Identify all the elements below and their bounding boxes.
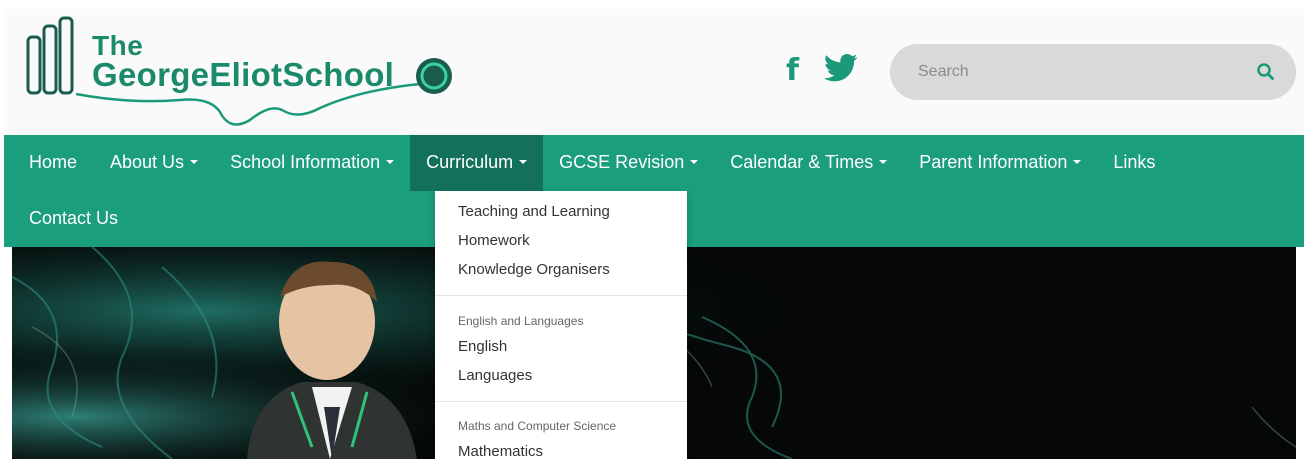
dropdown-item-knowledge-organisers[interactable]: Knowledge Organisers: [458, 261, 610, 278]
search-input[interactable]: [918, 44, 1238, 100]
nav-item-label: About Us: [110, 152, 185, 172]
caret-down-icon: [1073, 160, 1082, 165]
site-header: The GeorgeEliotSchool f: [4, 9, 1304, 135]
nav-item-label: Contact Us: [29, 208, 119, 228]
school-logo[interactable]: The GeorgeEliotSchool: [20, 12, 460, 134]
search-bar: [890, 44, 1296, 100]
nav-item-label: Home: [29, 152, 78, 172]
dropdown-header-maths-and-computer-science: Maths and Computer Science: [458, 419, 617, 433]
dropdown-item-mathematics[interactable]: Mathematics: [458, 443, 543, 459]
caret-down-icon: [519, 160, 528, 165]
nav-item-about-us[interactable]: About Us: [94, 135, 214, 191]
dropdown-header-english-and-languages: English and Languages: [458, 314, 584, 328]
nav-item-label: School Information: [230, 152, 381, 172]
nav-item-parent-information[interactable]: Parent Information: [903, 135, 1097, 191]
nav-item-home[interactable]: Home: [4, 135, 94, 191]
nav-item-label: Calendar & Times: [730, 152, 874, 172]
nav-item-contact-us[interactable]: Contact Us: [4, 191, 134, 247]
nav-row-secondary: Contact Us: [4, 191, 134, 247]
caret-down-icon: [386, 160, 395, 165]
nav-item-gcse-revision[interactable]: GCSE Revision: [543, 135, 714, 191]
dropdown-item-teaching-and-learning[interactable]: Teaching and Learning: [458, 203, 610, 220]
caret-down-icon: [879, 160, 888, 165]
nav-item-label: Links: [1113, 152, 1156, 172]
dropdown-item-homework[interactable]: Homework: [458, 232, 530, 249]
caret-down-icon: [190, 160, 199, 165]
search-icon[interactable]: [1254, 60, 1278, 84]
nav-item-label: GCSE Revision: [559, 152, 685, 172]
nav-item-links[interactable]: Links: [1097, 135, 1171, 191]
twitter-bird-icon: [824, 53, 858, 82]
nav-item-label: Curriculum: [426, 152, 514, 172]
dropdown-divider: [435, 401, 687, 402]
dropdown-divider: [435, 295, 687, 296]
nav-row-primary: Home About Us School Information Curricu…: [4, 135, 1171, 191]
logo-text-school-name: GeorgeEliotSchool: [92, 56, 395, 93]
curriculum-dropdown-menu: Teaching and Learning Homework Knowledge…: [435, 191, 687, 459]
nav-item-curriculum[interactable]: Curriculum: [410, 135, 544, 191]
nav-item-label: Parent Information: [919, 152, 1068, 172]
nav-item-calendar-times[interactable]: Calendar & Times: [714, 135, 903, 191]
twitter-icon[interactable]: [824, 53, 858, 91]
dropdown-item-languages[interactable]: Languages: [458, 367, 532, 384]
nav-item-school-information[interactable]: School Information: [214, 135, 410, 191]
dropdown-item-english[interactable]: English: [458, 338, 507, 355]
facebook-icon[interactable]: f: [786, 53, 799, 88]
caret-down-icon: [690, 160, 699, 165]
